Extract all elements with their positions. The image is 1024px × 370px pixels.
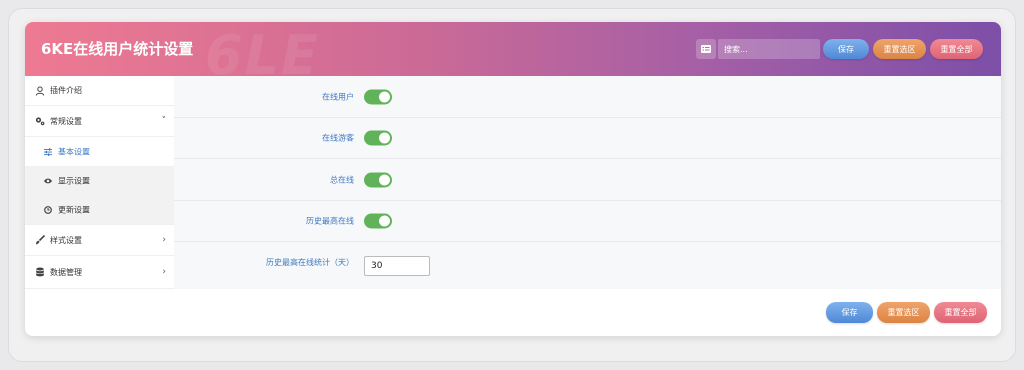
history-peak-toggle[interactable] <box>364 213 392 229</box>
chevron-down-icon: ˅ <box>161 116 167 126</box>
online-users-toggle[interactable] <box>364 89 392 104</box>
online-guests-toggle[interactable] <box>364 130 392 146</box>
setting-row-total-online: 总在线 <box>174 159 1001 201</box>
header-save-button[interactable]: 保存 <box>823 39 869 59</box>
brush-icon <box>35 234 46 245</box>
setting-row-online-users: 在线用户 <box>174 76 1001 118</box>
sidebar-subitem-basic[interactable]: 基本设置 <box>25 137 174 166</box>
user-icon <box>35 86 45 96</box>
eye-icon <box>44 177 52 185</box>
sidebar-item-intro[interactable]: 插件介绍 <box>25 76 174 106</box>
sidebar-subitem-update[interactable]: 更新设置 <box>25 195 174 224</box>
gears-icon <box>35 116 45 126</box>
sidebar-subitem-label: 基本设置 <box>58 147 90 156</box>
search-icon[interactable] <box>696 39 716 59</box>
header-reset-all-button[interactable]: 重置全部 <box>930 39 983 59</box>
footer-reset-all-button[interactable]: 重置全部 <box>934 302 987 323</box>
settings-content: 在线用户 在线游客 总在线 历史最高在线 历史最高在线统计（天） <box>174 76 1001 289</box>
footer-save-button[interactable]: 保存 <box>826 302 873 323</box>
setting-row-history-peak: 历史最高在线 <box>174 201 1001 242</box>
setting-label: 在线用户 <box>322 92 354 101</box>
setting-row-online-guests: 在线游客 <box>174 118 1001 159</box>
sidebar-item-label: 样式设置 <box>50 235 82 245</box>
sliders-icon <box>44 147 52 156</box>
history-peak-days-input[interactable] <box>364 255 430 276</box>
sidebar-item-general[interactable]: 常规设置 ˅ <box>25 106 174 137</box>
settings-panel: 6LE 6KE在线用户统计设置 保存 重置选区 重置全部 插件介绍 <box>25 22 1001 336</box>
sidebar-subitem-label: 更新设置 <box>58 205 90 214</box>
sidebar-item-label: 常规设置 <box>50 116 82 126</box>
sidebar-item-style[interactable]: 样式设置 › <box>25 224 174 256</box>
chevron-right-icon: › <box>162 235 166 245</box>
footer-bar: 保存 重置选区 重置全部 <box>25 289 1001 336</box>
header-watermark: 6LE <box>205 24 320 76</box>
setting-label: 在线游客 <box>322 133 354 143</box>
header-reset-section-button[interactable]: 重置选区 <box>873 39 926 59</box>
sidebar: 插件介绍 常规设置 ˅ 基本设置 显示设置 更新设置 样式设置 › 数据管理 › <box>25 76 174 289</box>
clock-icon <box>44 205 52 214</box>
sidebar-item-label: 插件介绍 <box>50 86 82 95</box>
database-icon <box>35 267 45 277</box>
sidebar-item-data[interactable]: 数据管理 › <box>25 256 174 289</box>
search-input[interactable] <box>718 39 820 59</box>
setting-row-history-peak-days: 历史最高在线统计（天） <box>174 242 1001 289</box>
sidebar-subitem-label: 显示设置 <box>58 176 90 185</box>
footer-reset-section-button[interactable]: 重置选区 <box>877 302 930 323</box>
sidebar-subitem-display[interactable]: 显示设置 <box>25 166 174 195</box>
setting-label: 历史最高在线 <box>306 216 354 226</box>
page-title: 6KE在线用户统计设置 <box>41 40 194 58</box>
setting-label: 总在线 <box>330 175 354 184</box>
setting-label: 历史最高在线统计（天） <box>266 257 354 267</box>
chevron-right-icon: › <box>162 267 166 277</box>
total-online-toggle[interactable] <box>364 172 392 187</box>
sidebar-item-label: 数据管理 <box>50 267 82 277</box>
header-bar: 6LE 6KE在线用户统计设置 保存 重置选区 重置全部 <box>25 22 1001 76</box>
